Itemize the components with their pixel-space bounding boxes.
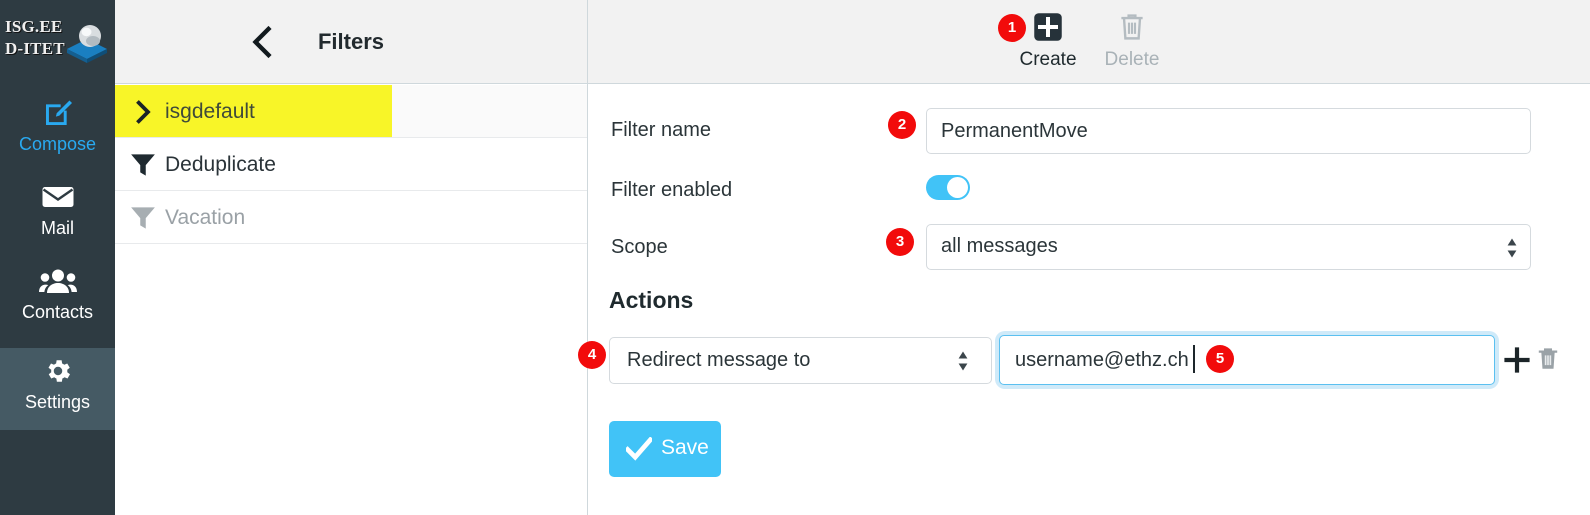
filter-funnel-icon bbox=[131, 207, 155, 229]
delete-button-label: Delete bbox=[1104, 49, 1160, 70]
chevron-right-icon bbox=[136, 100, 151, 124]
rail-item-mail[interactable]: Mail bbox=[0, 180, 115, 242]
action-target-input-wrapper bbox=[999, 335, 1495, 385]
trash-icon bbox=[1086, 12, 1178, 44]
filter-name-input[interactable] bbox=[926, 108, 1531, 154]
filter-list-item-label: Deduplicate bbox=[165, 153, 276, 176]
scope-select-value: all messages bbox=[941, 235, 1058, 257]
annotation-badge-1: 1 bbox=[998, 14, 1026, 42]
rail-item-settings[interactable]: Settings bbox=[0, 348, 115, 430]
scope-label: Scope bbox=[611, 236, 668, 258]
toggle-knob bbox=[947, 177, 968, 198]
save-button[interactable]: Save bbox=[609, 421, 721, 477]
filter-enabled-toggle[interactable] bbox=[926, 175, 970, 200]
app-rail: ISG.EE D-ITET Compose Mail Contacts Sett… bbox=[0, 0, 115, 515]
page-title: Filters bbox=[317, 29, 385, 54]
annotation-badge-3: 3 bbox=[886, 228, 914, 256]
filter-list-item[interactable]: isgdefault bbox=[115, 85, 587, 138]
envelope-icon bbox=[0, 180, 115, 214]
rail-item-contacts[interactable]: Contacts bbox=[0, 264, 115, 326]
delete-button[interactable]: Delete bbox=[1086, 12, 1178, 74]
action-type-select[interactable]: Redirect message to bbox=[609, 337, 992, 384]
filter-name-label: Filter name bbox=[611, 119, 712, 141]
action-type-select-value: Redirect message to bbox=[627, 349, 811, 371]
rail-label-compose: Compose bbox=[18, 134, 97, 154]
sort-arrows-icon bbox=[1507, 238, 1517, 258]
app-window: ISG.EE D-ITET Compose Mail Contacts Sett… bbox=[0, 0, 1590, 515]
rail-item-compose[interactable]: Compose bbox=[0, 96, 115, 158]
filter-list-item-label: isgdefault bbox=[165, 100, 255, 123]
trash-icon bbox=[1538, 348, 1558, 369]
scope-select[interactable]: all messages bbox=[926, 224, 1531, 270]
filter-list-item[interactable]: Vacation bbox=[115, 191, 587, 244]
save-button-label: Save bbox=[661, 436, 709, 459]
filter-enabled-label: Filter enabled bbox=[611, 179, 733, 201]
annotation-badge-4: 4 bbox=[578, 341, 606, 369]
logo-line-1: ISG.EE bbox=[5, 17, 63, 36]
filter-funnel-icon bbox=[131, 154, 155, 176]
logo-mark-icon bbox=[67, 25, 107, 63]
create-button-label: Create bbox=[1019, 49, 1077, 70]
rail-label-mail: Mail bbox=[40, 218, 74, 238]
rail-label-settings: Settings bbox=[24, 392, 91, 412]
annotation-badge-5: 5 bbox=[1206, 345, 1234, 373]
action-target-input[interactable] bbox=[999, 335, 1495, 385]
actions-heading: Actions bbox=[609, 287, 694, 313]
add-action-button[interactable] bbox=[1503, 345, 1531, 375]
gear-icon bbox=[0, 348, 115, 388]
contacts-people-icon bbox=[0, 264, 115, 298]
remove-action-button[interactable] bbox=[1535, 345, 1563, 375]
filters-panel: Filters isgdefault Deduplicate Vacation bbox=[115, 0, 678, 515]
compose-pencil-icon bbox=[0, 96, 115, 130]
plus-icon bbox=[1504, 347, 1530, 373]
sort-arrows-icon bbox=[958, 351, 968, 371]
filter-list-item[interactable]: Deduplicate bbox=[115, 138, 587, 191]
filter-list-item-label: Vacation bbox=[165, 206, 246, 229]
annotation-badge-2: 2 bbox=[888, 111, 916, 139]
check-icon bbox=[626, 437, 652, 461]
logo-text: ISG.EE D-ITET bbox=[5, 16, 65, 60]
text-caret bbox=[1193, 345, 1195, 373]
app-logo: ISG.EE D-ITET bbox=[0, 8, 115, 76]
logo-line-2: D-ITET bbox=[5, 39, 65, 58]
rail-label-contacts: Contacts bbox=[21, 302, 94, 322]
